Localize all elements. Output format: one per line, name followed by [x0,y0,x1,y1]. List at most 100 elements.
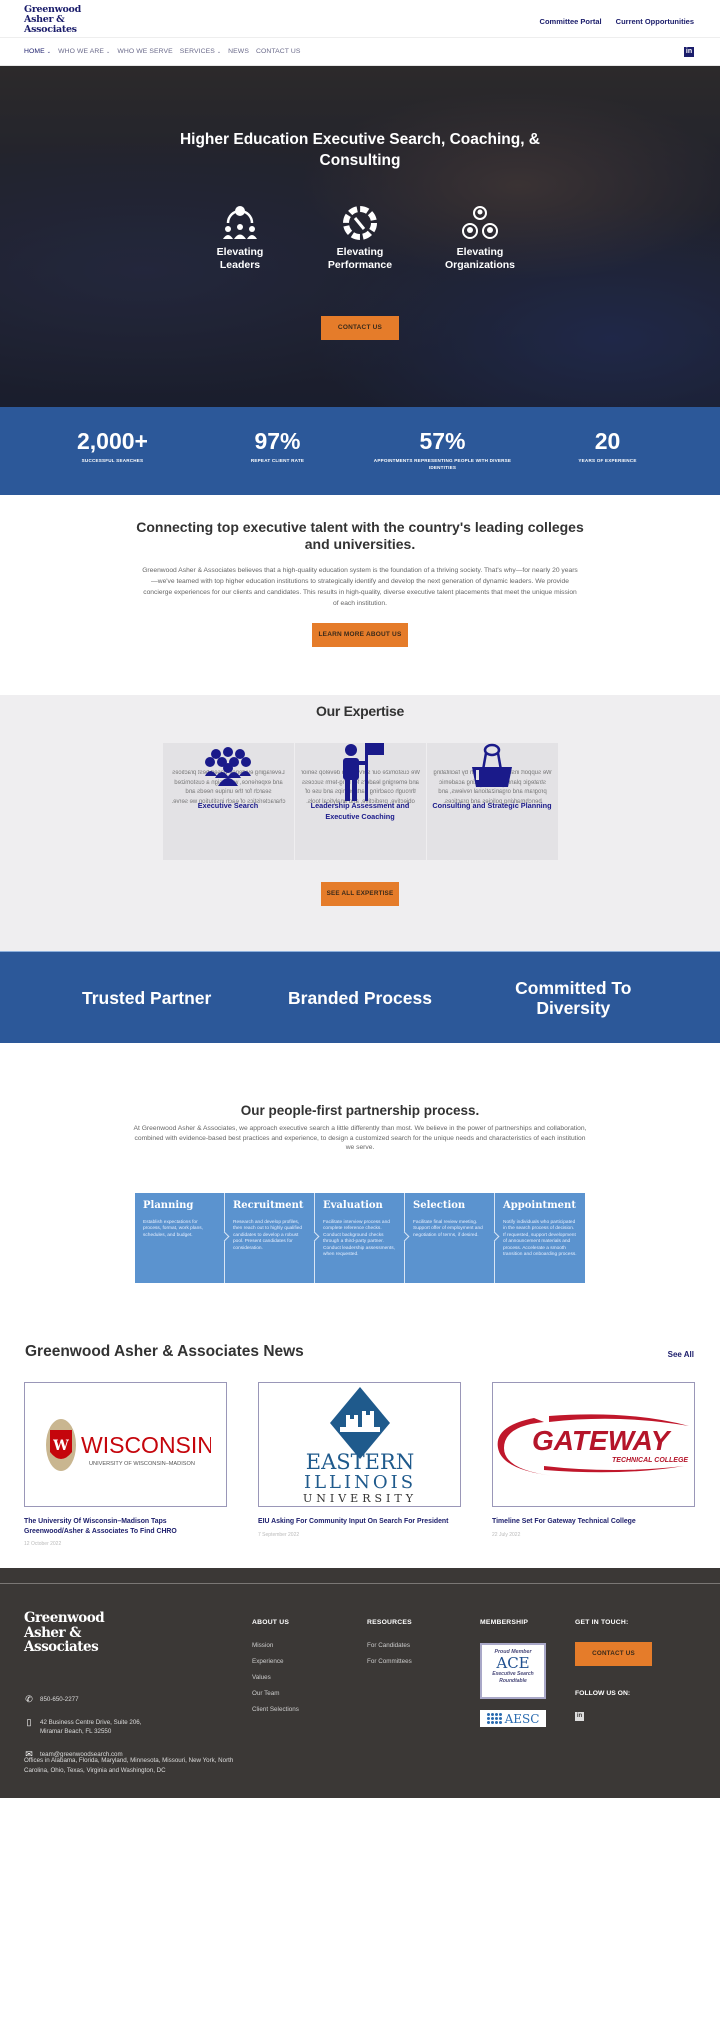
wisconsin-logo-text: WISCONSIN [81,1432,211,1458]
nav-news[interactable]: NEWS [228,48,249,55]
nav-label: WHO WE ARE [58,48,105,55]
step-desc: Establish expectations for process, form… [143,1219,203,1238]
ace-badge-bottom: Roundtable [499,1677,527,1684]
stat-item: 57% APPOINTMENTS REPRESENTING PEOPLE WITH… [363,407,523,495]
footer-col-heading: ABOUT US [252,1619,290,1626]
footer-link-our-team[interactable]: Our Team [252,1690,280,1697]
nav-who-we-serve[interactable]: WHO WE SERVE [117,48,172,55]
hero-banner: Higher Education Executive Search, Coach… [0,66,720,407]
value-item: Trusted Partner [81,987,212,1008]
news-title[interactable]: The University Of Wisconsin–Madison Taps… [24,1517,227,1536]
committee-portal-link[interactable]: Committee Portal [540,17,602,26]
footer-contact-button[interactable]: CONTACT US [575,1642,652,1666]
learn-more-button[interactable]: LEARN MORE ABOUT US [312,623,408,647]
chevron-down-icon: ⌄ [46,48,52,55]
stat-caption: YEARS OF EXPERIENCE [578,458,637,463]
site-logo[interactable]: Greenwood Asher & Associates [24,5,81,35]
eiu-logo[interactable]: EASTERN ILLINOIS UNIVERSITY [258,1382,461,1507]
pillar-organizations: Elevating Organizations [444,201,516,272]
nav-contact-us[interactable]: CONTACT US [256,48,301,55]
footer-link-experience[interactable]: Experience [252,1658,284,1665]
news-date: 12 October 2022 [24,1541,62,1547]
value-item: Committed To Diversity [515,977,632,1018]
see-all-expertise-button[interactable]: SEE ALL EXPERTISE [321,882,399,906]
hero-contact-button[interactable]: CONTACT US [321,316,399,340]
footer-link-for-candidates[interactable]: For Candidates [367,1642,410,1649]
pillar-label: Elevating Organizations [444,246,515,271]
phone-icon: ✆ [25,1694,33,1704]
flag-person-icon [295,743,426,803]
aesc-logo[interactable]: AESC [480,1710,546,1727]
eiu-logo-line1: EASTERN [305,1450,413,1474]
process-steps: Planning Establish expectations for proce… [0,1192,720,1283]
footer-link-mission[interactable]: Mission [252,1642,273,1649]
footer-about-column: ABOUT US Mission Experience Values Our T… [252,1619,299,1722]
expertise-card-consulting[interactable]: We support institutional growth by facil… [426,743,558,860]
svg-text:W: W [52,1438,69,1454]
process-step: Evaluation Facilitate interview process a… [315,1192,405,1283]
logo-line: Greenwood [24,1610,105,1626]
utility-links: Committee Portal Current Opportunities [540,17,694,26]
pillar-performance: Elevating Performance [324,201,396,272]
linkedin-icon[interactable]: in [575,1712,584,1721]
footer-phone[interactable]: 850-650-2277 [40,1695,79,1705]
news-card[interactable]: EASTERN ILLINOIS UNIVERSITY EIU Asking F… [258,1382,461,1547]
news-heading: Greenwood Asher & Associates News [25,1343,304,1360]
gauge-icon [324,201,396,241]
footer-link-for-committees[interactable]: For Committees [367,1658,412,1665]
wisconsin-logo[interactable]: W WISCONSIN UNIVERSITY OF WISCONSIN–MADI… [24,1382,227,1507]
footer-col-heading: GET IN TOUCH: [575,1619,629,1626]
nav-services[interactable]: SERVICES ⌄ [180,48,221,55]
gateway-logo[interactable]: GATEWAY TECHNICAL COLLEGE [492,1382,695,1507]
news-date: 22 July 2022 [492,1531,521,1538]
pillar-label: Elevating Leaders [216,246,264,271]
footer-link-client-selections[interactable]: Client Selections [252,1706,299,1713]
stat-value: 57% [419,428,466,454]
expertise-card-executive-search[interactable]: Leveraging evidence-based best practices… [162,743,294,860]
process-section: Our people-first partnership process. At… [0,1043,720,1338]
nav-label: CONTACT US [255,48,301,55]
chevron-down-icon: ⌄ [216,48,222,55]
nav-label: SERVICES [179,48,215,55]
hero-title: Higher Education Executive Search, Coach… [179,131,541,169]
building-icon: ▯ [26,1716,32,1727]
logo-line: Asher & [24,1624,81,1641]
group-icon [163,743,294,786]
footer-link-values[interactable]: Values [252,1674,271,1681]
main-nav: HOME ⌄ WHO WE ARE ⌄ WHO WE SERVE SERVICES ⌄… [0,38,720,66]
news-title[interactable]: Timeline Set For Gateway Technical Colle… [492,1517,695,1527]
nav-who-we-are[interactable]: WHO WE ARE ⌄ [58,48,110,55]
stat-caption: SUCCESSFUL SEARCHES [81,458,144,463]
gateway-logo-text: GATEWAY [532,1425,672,1456]
news-section: Greenwood Asher & Associates News See Al… [0,1338,720,1568]
expertise-card-leadership[interactable]: We customize our services to develop sen… [294,743,426,860]
news-date: 7 September 2022 [258,1531,300,1538]
step-title: Selection [413,1199,466,1211]
stat-value: 2,000+ [77,428,148,454]
current-opportunities-link[interactable]: Current Opportunities [616,17,694,26]
eiu-logo-line3: UNIVERSITY [303,1492,417,1505]
intro-body: Greenwood Asher & Associates believes th… [142,567,578,607]
footer-membership-column: MEMBERSHIP Proud Member ACE Executive Se… [480,1619,546,1727]
card-title: Leadership Assessment and Executive Coac… [310,801,410,821]
pillar-leaders: Elevating Leaders [204,201,276,272]
footer-divider [0,1583,720,1584]
ace-member-badge[interactable]: Proud Member ACE Executive Search Roundt… [480,1643,546,1699]
nav-home[interactable]: HOME ⌄ [24,48,51,55]
ace-badge-logo: ACE [496,1654,530,1672]
step-desc: Facilitate final review meeting. Support… [413,1219,483,1238]
step-title: Planning [143,1199,194,1211]
step-title: Recruitment [233,1199,304,1211]
gateway-logo-sub: TECHNICAL COLLEGE [612,1457,688,1464]
linkedin-icon[interactable]: in [684,47,694,57]
see-all-news-link[interactable]: See All [668,1350,694,1359]
footer-logo[interactable]: Greenwood Asher & Associates [24,1610,105,1655]
expertise-section: Our Expertise Leveraging evidence-based … [0,695,720,951]
organization-icon [444,201,516,241]
news-card[interactable]: W WISCONSIN UNIVERSITY OF WISCONSIN–MADI… [24,1382,227,1547]
news-card[interactable]: GATEWAY TECHNICAL COLLEGE Timeline Set F… [492,1382,695,1547]
card-title: Consulting and Strategic Planning [432,801,552,810]
stats-bar: 2,000+ SUCCESSFUL SEARCHES 97% REPEAT CLIE… [0,407,720,495]
process-step: Recruitment Research and develop profiles… [225,1192,315,1283]
news-title[interactable]: EIU Asking For Community Input On Search… [258,1517,461,1527]
